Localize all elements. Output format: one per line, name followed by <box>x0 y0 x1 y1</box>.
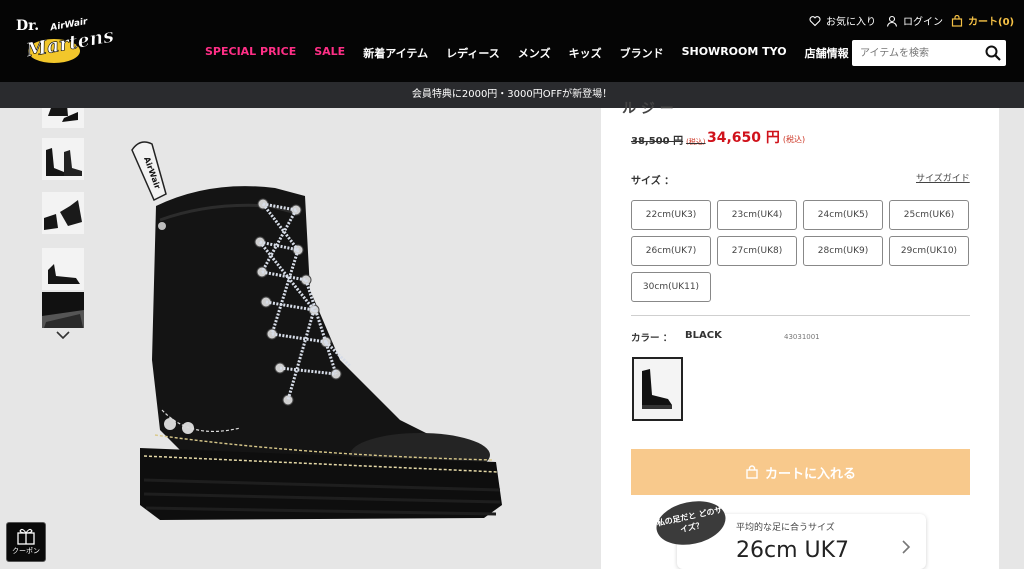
add-to-cart-label: カートに入れる <box>764 466 856 482</box>
cart-label: カート(0) <box>968 17 1015 28</box>
size-option-28[interactable]: 28cm(UK9) <box>803 236 883 266</box>
size-option-27[interactable]: 27cm(UK8) <box>717 236 797 266</box>
size-label: サイズ ： <box>631 176 675 187</box>
size-option-30[interactable]: 30cm(UK11) <box>631 272 711 302</box>
page-scroll-gutter <box>999 108 1024 569</box>
gift-icon <box>17 528 35 545</box>
favorites-link[interactable]: お気に入り <box>809 13 876 28</box>
thumbnail-2[interactable] <box>42 138 84 184</box>
size-option-26[interactable]: 26cm(UK7) <box>631 236 711 266</box>
thumbnail-1[interactable] <box>42 108 84 128</box>
nav-item-ladies[interactable]: レディース <box>446 45 500 61</box>
fit-size-value: 26cm UK7 <box>736 538 850 563</box>
fit-subtitle: 平均的な足に合うサイズ <box>736 523 835 533</box>
svg-text:Dr.: Dr. <box>16 18 39 34</box>
section-divider <box>631 315 970 316</box>
search-box <box>852 40 1006 66</box>
main-nav: SPECIAL PRICE SALE 新着アイテム レディース メンズ キッズ … <box>205 45 867 61</box>
thumbnail-3[interactable] <box>42 192 84 238</box>
sale-price: 34,650 円 (税込) <box>707 127 805 147</box>
cart-bag-icon <box>746 465 758 479</box>
nav-item-sale[interactable]: SALE <box>314 45 345 61</box>
nav-item-showroom[interactable]: SHOWROOM TYO <box>682 45 787 61</box>
sale-price-tax: (税込) <box>782 135 806 144</box>
nav-item-new-arrivals[interactable]: 新着アイテム <box>363 45 428 61</box>
add-to-cart-button[interactable]: カートに入れる <box>631 449 970 495</box>
color-name: BLACK <box>685 330 722 341</box>
login-label: ログイン <box>903 17 943 28</box>
color-swatch-black[interactable] <box>632 357 683 421</box>
cart-link[interactable]: カート(0) <box>951 13 1014 28</box>
product-title: ル ジ ー <box>622 101 674 117</box>
coupon-button[interactable]: クーポン <box>6 522 46 562</box>
main-product-image[interactable]: AirWair <box>100 110 600 569</box>
nav-item-special-price[interactable]: SPECIAL PRICE <box>205 45 296 61</box>
dr-martens-logo[interactable]: Dr. Martens AirWair <box>14 12 116 64</box>
search-input[interactable] <box>852 40 982 66</box>
nav-item-brand[interactable]: ブランド <box>620 45 664 61</box>
original-price-value: 38,500 円 <box>631 136 684 147</box>
thumbnail-4[interactable] <box>42 248 84 294</box>
sale-price-value: 34,650 円 <box>707 130 780 146</box>
user-icon <box>886 15 898 27</box>
nav-item-kids[interactable]: キッズ <box>569 45 602 61</box>
size-option-25[interactable]: 25cm(UK6) <box>889 200 969 230</box>
color-label: カラー ： <box>631 333 673 344</box>
size-option-29[interactable]: 29cm(UK10) <box>889 236 969 266</box>
color-code: 43031001 <box>784 333 820 341</box>
original-price-tax: (税込) <box>686 138 706 146</box>
size-guide-link[interactable]: サイズガイド <box>916 171 970 184</box>
cart-bag-icon <box>951 14 963 27</box>
chevron-right-icon[interactable] <box>900 540 912 554</box>
nav-item-stores[interactable]: 店舗情報 <box>805 45 849 61</box>
chevron-down-icon <box>56 331 70 339</box>
heart-icon <box>809 15 821 26</box>
favorites-label: お気に入り <box>826 17 876 28</box>
size-option-22[interactable]: 22cm(UK3) <box>631 200 711 230</box>
nav-item-mens[interactable]: メンズ <box>518 45 551 61</box>
search-icon[interactable] <box>984 44 1002 62</box>
size-option-23[interactable]: 23cm(UK4) <box>717 200 797 230</box>
announcement-bar[interactable]: 会員特典に2000円・3000円OFFが新登場！ <box>0 82 1024 108</box>
size-option-24[interactable]: 24cm(UK5) <box>803 200 883 230</box>
coupon-label: クーポン <box>12 547 40 555</box>
thumbnail-5[interactable] <box>42 292 84 328</box>
site-header: Dr. Martens AirWair お気に入り ログイン カート(0) SP… <box>0 0 1024 82</box>
original-price: 38,500 円 (税込) <box>631 132 706 147</box>
thumbnail-scroll-down[interactable] <box>42 327 84 343</box>
login-link[interactable]: ログイン <box>886 13 943 28</box>
